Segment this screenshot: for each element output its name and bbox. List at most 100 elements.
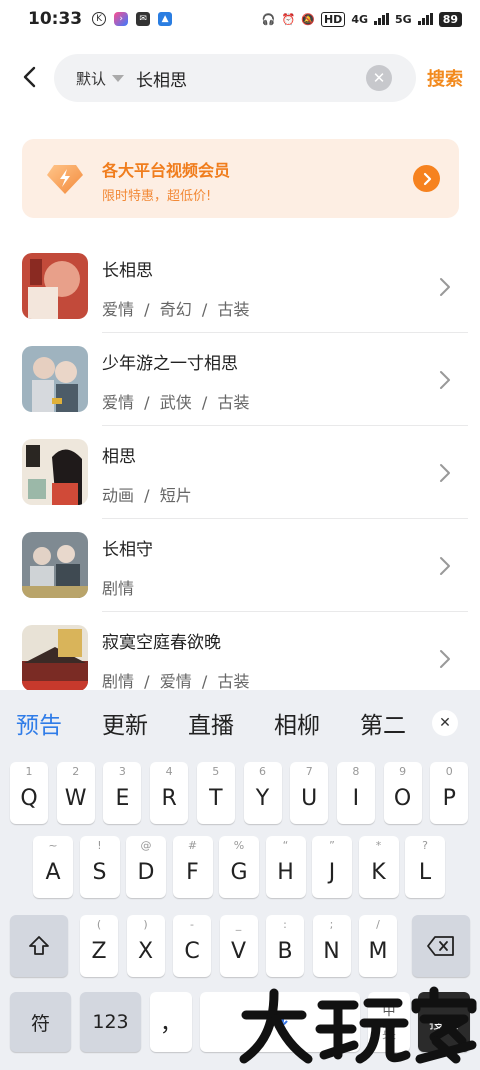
key-sub-label: _ [235,918,242,931]
key-label: T [209,785,223,811]
key-k[interactable]: * K [358,836,399,898]
shift-key[interactable] [10,915,68,977]
key-label: F [186,859,199,885]
result-item[interactable]: 少年游之一寸相思 爱情 / 武侠 / 古装 [0,333,480,426]
chevron-right-icon [440,650,450,668]
key-q[interactable]: 1Q [10,762,48,824]
candidate-item[interactable]: 更新 [102,706,148,740]
search-type-label: 默认 [76,70,107,88]
key-sub-label: / [376,918,380,931]
key-m[interactable]: / M [359,915,397,977]
key-sub-label: 8 [352,765,360,778]
result-title: 寂寞空庭春欲晚 [102,633,221,653]
key-y[interactable]: 6Y [243,762,282,824]
result-item[interactable]: 长相思 爱情 / 奇幻 / 古装 [0,240,480,333]
key-sub-label: ” [329,839,335,852]
backspace-key[interactable] [412,915,470,977]
key-h[interactable]: “H [265,836,306,898]
candidate-item[interactable]: 直播 [188,706,234,740]
poster-thumbnail [22,346,88,412]
banner-subtitle: 限时特惠，超低价! [102,189,212,204]
key-o[interactable]: 9O [383,762,422,824]
number-key[interactable]: 123 [80,992,141,1052]
key-n[interactable]: ; N [312,915,351,977]
key-sub-label: “ [282,839,289,852]
key-b[interactable]: :B [266,915,304,977]
key-sub-label: 2 [72,765,80,778]
result-tags: 剧情 / 爱情 / 古装 [102,672,250,691]
key-f[interactable]: # F [172,836,213,898]
key-label: A [45,859,61,885]
key-i[interactable]: 8I [336,762,375,824]
chevron-right-icon [440,278,450,296]
key-sub-label: ( [96,918,102,931]
alarm-icon: ⏰ [281,12,296,26]
key-sub-label: 0 [445,765,453,778]
key-e[interactable]: 3E [103,762,142,824]
key-l[interactable]: ? L [405,836,445,898]
vip-promo-banner[interactable]: 各大平台视频会员 限时特惠，超低价! [22,139,459,218]
key-z[interactable]: (Z [80,915,118,977]
key-sub-label: : [283,918,287,931]
key-p[interactable]: 0P [430,762,469,824]
key-t[interactable]: 5T [196,762,235,824]
result-item[interactable]: 相思 动画 / 短片 [0,426,480,519]
key-sub-label: 7 [305,765,313,778]
comma-key[interactable]: ， [150,992,192,1052]
result-item[interactable]: 长相守 剧情 [0,519,480,612]
candidate-item[interactable]: 相柳 [274,706,320,740]
poster-thumbnail [22,625,88,691]
key-sub-label: ! [97,839,102,852]
symbol-key[interactable]: 符 [10,992,71,1052]
watermark-logo [239,986,477,1064]
key-sub-label: ? [422,839,428,852]
candidate-item[interactable]: 预告 [16,706,62,740]
key-a[interactable]: ~ A [33,836,73,898]
key-label: L [418,859,432,885]
key-label: G [230,859,248,885]
key-label: H [277,859,294,885]
search-type-dropdown[interactable]: 默认 [76,68,125,89]
key-s[interactable]: ! S [79,836,120,898]
status-bar: 10:33 K › ✉ ▲ 🎧 ⏰ 🔕 HD 4G 5G 89 [0,0,480,38]
key-label: I [352,785,360,811]
candidate-item[interactable]: 第二 [360,706,418,740]
clear-search-icon[interactable]: ✕ [366,65,392,91]
search-box[interactable]: 默认 ✕ [54,54,416,102]
banner-arrow-icon[interactable] [413,165,440,192]
status-right: 🎧 ⏰ 🔕 HD 4G 5G 89 [261,11,462,27]
headphone-icon: 🎧 [261,12,276,26]
close-candidates-icon[interactable]: ✕ [432,710,458,736]
key-label: X [137,938,154,964]
key-u[interactable]: 7U [290,762,329,824]
key-c[interactable]: -C [173,915,211,977]
key-sub-label: 9 [399,765,407,778]
key-g[interactable]: % G [219,836,259,898]
key-d[interactable]: @ D [126,836,166,898]
key-sub-label: ; [329,918,334,931]
key-label: R [161,785,177,811]
search-button[interactable]: 搜索 [427,65,463,91]
key-label: D [137,859,155,885]
key-r[interactable]: 4R [150,762,189,824]
app-bird-icon: ▲ [158,12,173,26]
dropdown-caret-icon [112,75,125,82]
result-tags: 爱情 / 奇幻 / 古装 [102,300,250,319]
key-sub-label: ) [143,918,148,931]
key-label: V [230,938,247,964]
key-label: Z [91,938,107,964]
key-label: K [371,859,386,885]
poster-thumbnail [22,253,88,319]
candidate-bar: 预告 更新 直播 相柳 第二 ✕ [0,690,480,752]
number-key-label: 123 [92,1011,129,1033]
key-label: E [115,785,130,811]
status-time: 10:33 [28,9,83,29]
key-j[interactable]: ” J [312,836,352,898]
search-results-list: 长相思 爱情 / 奇幻 / 古装 少年游之一寸相思 爱情 / 武侠 / 古装 相… [0,240,480,705]
banner-title: 各大平台视频会员 [102,161,231,180]
key-x[interactable]: ) X [126,915,165,977]
back-arrow-icon[interactable] [16,62,46,92]
search-input[interactable] [136,62,356,94]
key-w[interactable]: 2W [56,762,95,824]
key-v[interactable]: _ V [219,915,258,977]
